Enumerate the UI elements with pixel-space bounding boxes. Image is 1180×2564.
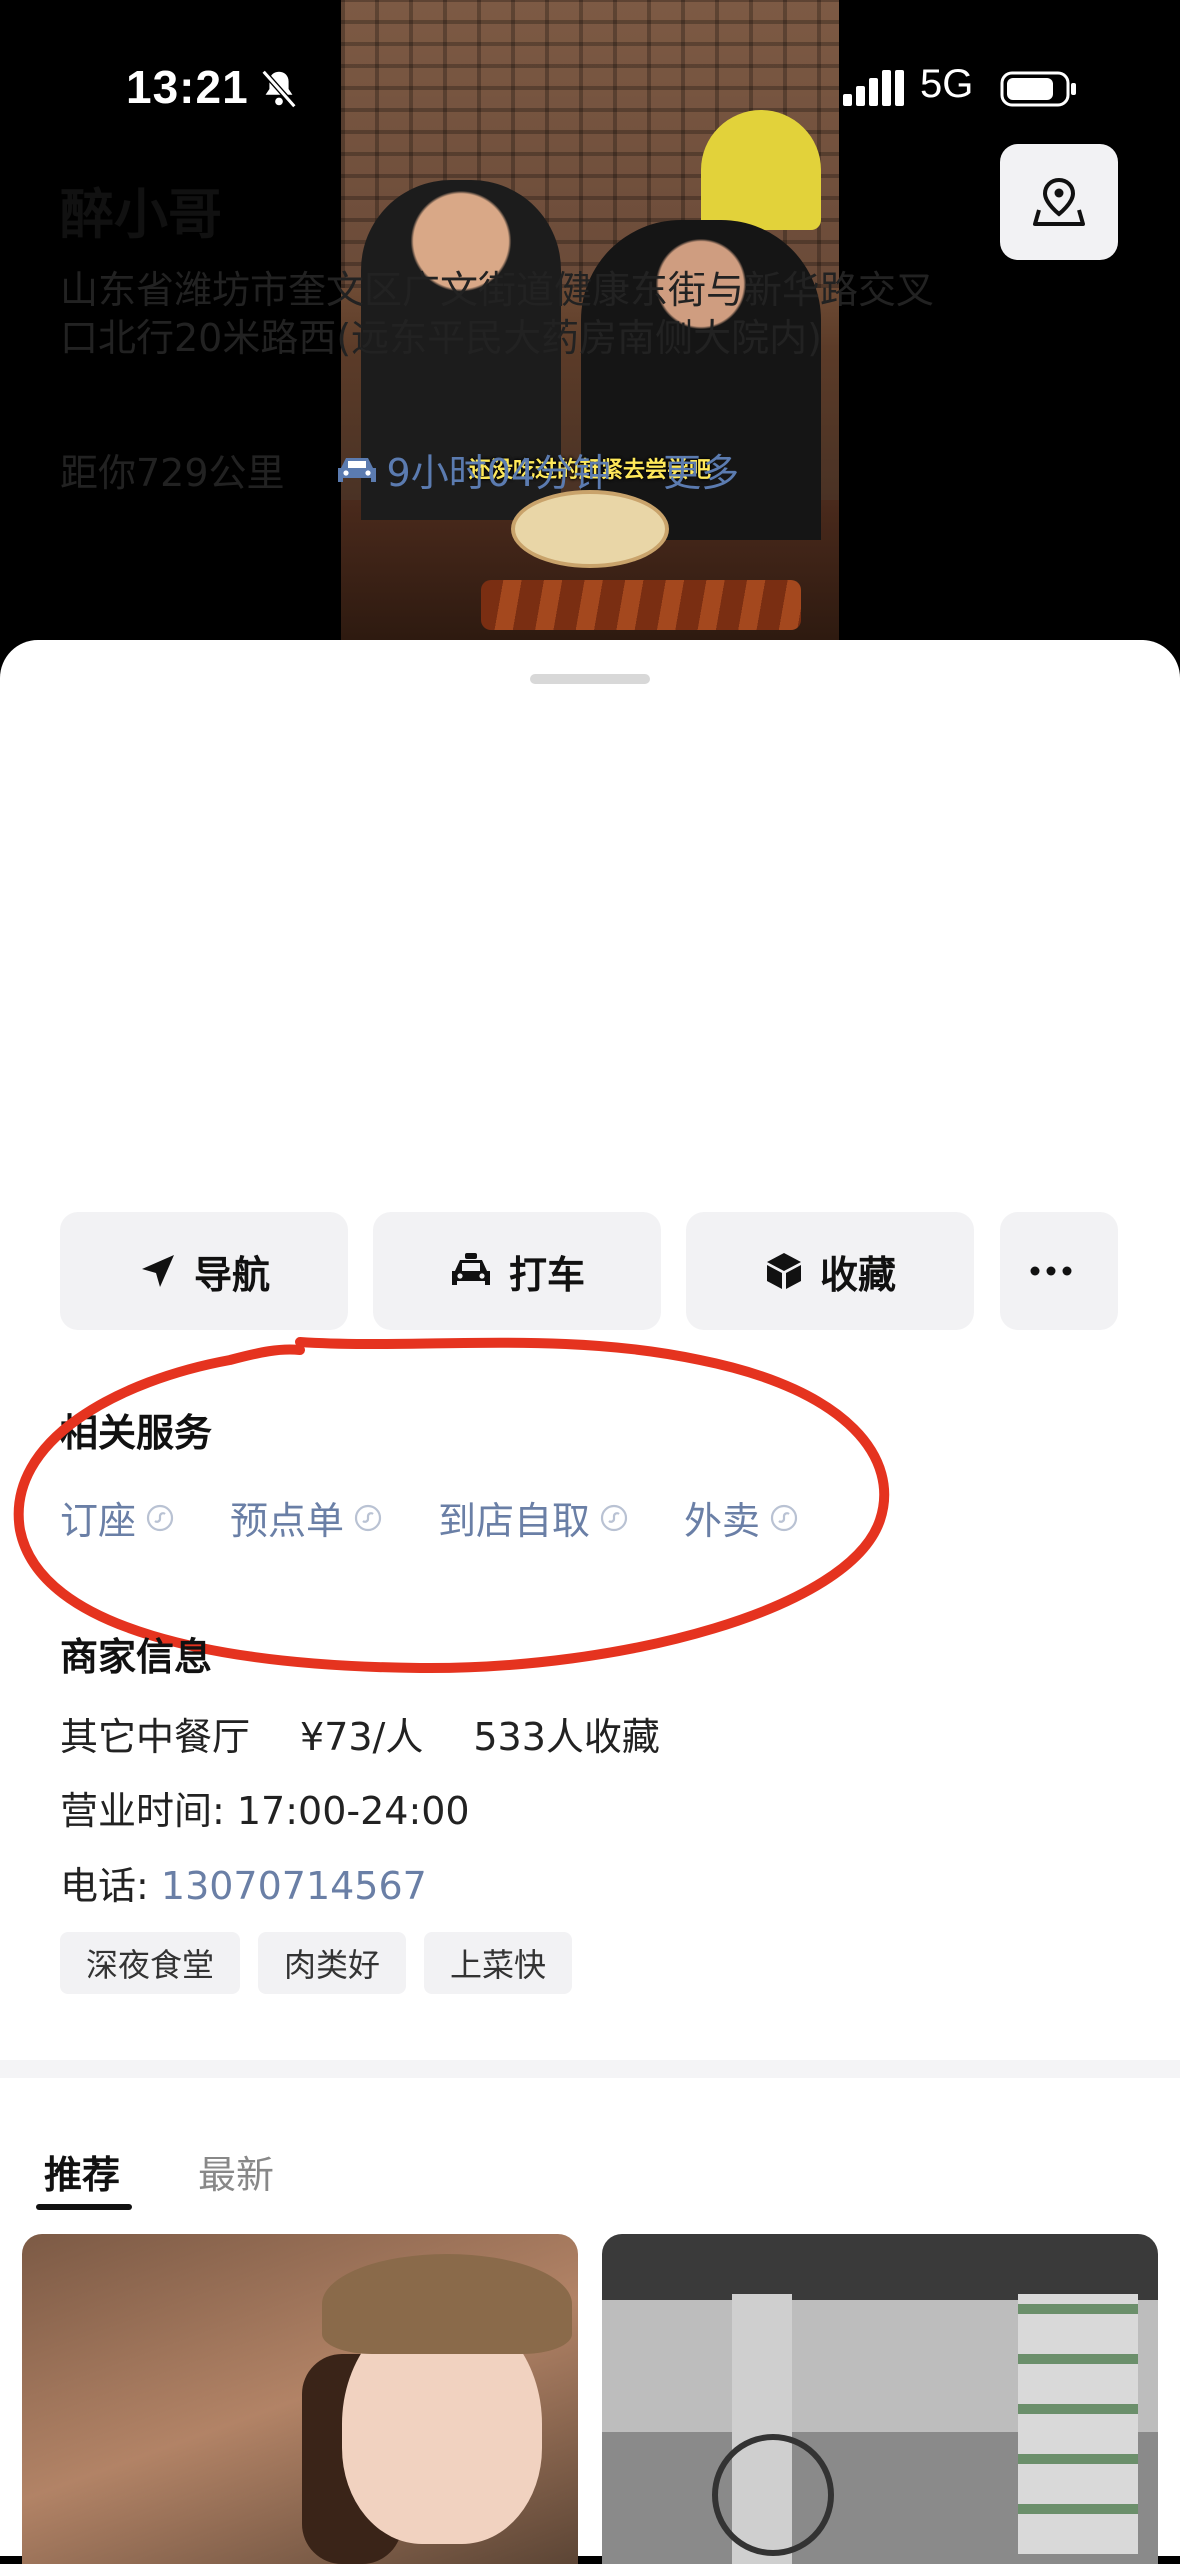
tag: 肉类好 (258, 1932, 407, 1994)
merchant-info-title: 商家信息 (60, 1635, 213, 1679)
card-thumbnail-shelf (1018, 2294, 1138, 2554)
video-card[interactable] (22, 2234, 578, 2564)
navigate-label: 导航 (193, 1252, 270, 1297)
meta-row: 距你729公里 9小时04分钟 更多 (60, 442, 739, 497)
tag: 深夜食堂 (60, 1932, 241, 1994)
services-row: 订座 预点单 到店自取 外卖 (60, 1490, 854, 1545)
tag: 上菜快 (424, 1932, 573, 1994)
navigate-arrow-icon (141, 1255, 174, 1287)
card-thumbnail-hat (322, 2254, 572, 2354)
service-label: 订座 (60, 1499, 137, 1543)
network-label: 5G (920, 62, 974, 106)
background-person (701, 110, 821, 230)
phone-row: 电话: 13070714567 (60, 1855, 427, 1910)
service-pickup[interactable]: 到店自取 (438, 1490, 628, 1545)
tab-recommend[interactable]: 推荐 (44, 2144, 120, 2199)
map-pin-icon (1033, 177, 1085, 226)
tab-active-indicator (36, 2204, 132, 2210)
map-pin-button[interactable] (1000, 144, 1118, 260)
tag-list: 深夜食堂 肉类好 上菜快 (60, 1932, 590, 1994)
service-preorder[interactable]: 预点单 (230, 1490, 382, 1545)
ellipsis-icon (1030, 1266, 1072, 1276)
signal-icon (843, 70, 904, 106)
tab-latest[interactable]: 最新 (198, 2144, 274, 2199)
place-address: 山东省潍坊市奎文区广文街道健康东街与新华路交叉口北行20米路西(远东平民大药房南… (60, 268, 935, 360)
video-card[interactable] (602, 2234, 1158, 2564)
taxi-icon (451, 1253, 490, 1285)
distance-label: 距你729公里 (60, 451, 285, 495)
phone-number-link[interactable]: 13070714567 (161, 1864, 427, 1908)
navigate-button[interactable]: 导航 (60, 1212, 348, 1330)
favorite-label: 收藏 (819, 1252, 896, 1297)
card-thumbnail-fan (712, 2434, 834, 2556)
favorites-count: 533人收藏 (473, 1715, 660, 1759)
mini-program-icon (146, 1504, 174, 1531)
mini-program-icon (770, 1504, 798, 1531)
favorite-button[interactable]: 收藏 (686, 1212, 974, 1330)
mini-program-icon (354, 1504, 382, 1531)
business-hours: 营业时间: 17:00-24:00 (60, 1789, 470, 1833)
section-divider (0, 2060, 1180, 2078)
service-label: 预点单 (230, 1499, 345, 1543)
phone-label: 电话: (60, 1864, 161, 1908)
bell-muted-icon (261, 69, 297, 109)
taxi-button[interactable]: 打车 (373, 1212, 661, 1330)
service-reserve[interactable]: 订座 (60, 1490, 174, 1545)
drive-time[interactable]: 9小时04分钟 (387, 442, 612, 497)
mini-program-icon (600, 1504, 628, 1531)
price-label: ¥73/人 (300, 1715, 424, 1759)
services-title: 相关服务 (60, 1411, 213, 1455)
place-name: 醉小哥 (60, 183, 222, 246)
car-icon (337, 457, 376, 482)
service-label: 外卖 (684, 1499, 761, 1543)
plate (511, 490, 669, 568)
merchant-summary: 其它中餐厅 ¥73/人 533人收藏 (60, 1706, 710, 1761)
drag-handle[interactable] (530, 674, 650, 684)
more-actions-button[interactable] (1000, 1212, 1118, 1330)
taxi-label: 打车 (508, 1252, 585, 1297)
status-time: 13:21 (126, 61, 249, 113)
battery-icon (1000, 71, 1076, 107)
skewers (481, 580, 801, 630)
service-delivery[interactable]: 外卖 (684, 1490, 798, 1545)
category-label: 其它中餐厅 (60, 1715, 251, 1759)
more-link[interactable]: 更多 (663, 442, 739, 497)
service-label: 到店自取 (438, 1499, 591, 1543)
box-icon (766, 1253, 801, 1289)
